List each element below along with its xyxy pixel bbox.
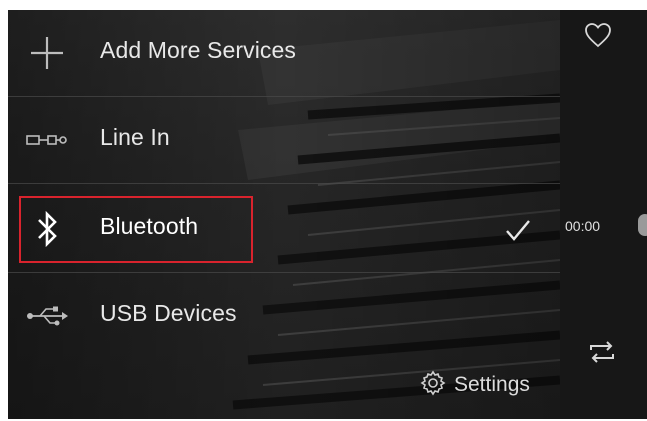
progress-knob[interactable] bbox=[638, 214, 647, 236]
playback-time: 00:00 bbox=[565, 218, 601, 234]
settings-button[interactable]: Settings bbox=[420, 370, 530, 400]
plus-icon bbox=[26, 34, 68, 72]
checkmark-icon bbox=[504, 218, 532, 247]
menu-item-usb-devices[interactable]: USB Devices bbox=[8, 273, 560, 359]
app-window: Add More Services Line In Bluetooth USB … bbox=[8, 10, 647, 419]
menu-divider bbox=[8, 183, 560, 184]
heart-icon[interactable] bbox=[584, 22, 612, 53]
menu-item-add-more-services[interactable]: Add More Services bbox=[8, 10, 560, 96]
menu-item-line-in[interactable]: Line In bbox=[8, 97, 560, 183]
menu-item-label: USB Devices bbox=[100, 300, 237, 326]
repeat-icon[interactable] bbox=[586, 336, 618, 373]
menu-item-label: Line In bbox=[100, 124, 170, 150]
source-menu-panel: Add More Services Line In Bluetooth USB … bbox=[8, 10, 560, 419]
line-in-icon bbox=[26, 121, 68, 159]
gear-icon bbox=[420, 370, 446, 401]
usb-icon bbox=[26, 297, 68, 335]
selection-highlight bbox=[19, 196, 253, 263]
menu-item-label: Add More Services bbox=[100, 37, 296, 63]
settings-label: Settings bbox=[454, 373, 530, 396]
player-strip: 00:00 bbox=[560, 10, 647, 419]
